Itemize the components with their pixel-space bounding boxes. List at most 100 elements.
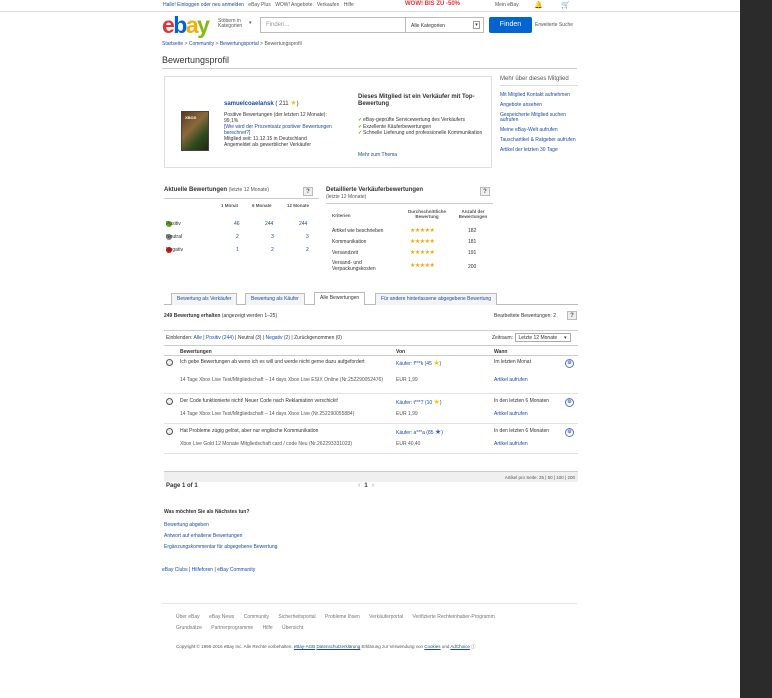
ebay-logo[interactable]: ebay: [162, 13, 210, 37]
footer-links: Über eBay eBay News Community Sicherheit…: [176, 614, 503, 620]
tab-left-for-others[interactable]: Für andere hinterlassene abgegebene Bewe…: [375, 293, 498, 305]
page-number[interactable]: 1: [364, 483, 367, 489]
search-input[interactable]: Finden...: [260, 17, 406, 33]
period-select[interactable]: Letzte 12 Monate ▾: [514, 333, 571, 342]
terms-link[interactable]: eBay-AGB: [294, 644, 315, 649]
gear-badge-icon[interactable]: ⚙: [565, 359, 574, 368]
filter-all[interactable]: Alle: [194, 335, 202, 341]
feedback-tabs: Bewertung als Verkäufer Bewertung als Kä…: [164, 291, 578, 305]
rating-stars: ★★★★★: [410, 263, 435, 269]
breadcrumb-portal[interactable]: Bewertungsportal: [220, 41, 259, 47]
view-item-link[interactable]: Artikel aufrufen: [494, 377, 528, 383]
neutral-rating-icon: [166, 398, 173, 405]
table-row: Neutral 2 3 3: [166, 234, 309, 240]
sidebar-link-world[interactable]: Meine eBay-Welt aufrufen: [500, 128, 578, 133]
period-filter: Zeitraum: Letzte 12 Monate ▾: [492, 333, 571, 342]
username-link[interactable]: samuelcoaelansk: [224, 101, 274, 107]
community-link-forums[interactable]: Hilfeforen: [192, 567, 213, 573]
view-item-link[interactable]: Artikel aufrufen: [494, 441, 528, 447]
category-button[interactable]: Stöbern in Kategorien ▾: [218, 19, 254, 29]
sidebar-link-listings[interactable]: Angebote ansehen: [500, 103, 578, 108]
footer-link[interactable]: Sicherheitsportal: [278, 614, 315, 620]
advanced-search-link[interactable]: Erweiterte Suche: [535, 22, 573, 28]
recent-ratings-divider: [164, 198, 319, 199]
sidebar-links: Mit Mitglied Kontakt aufnehmen Angebote …: [500, 93, 578, 153]
bell-icon[interactable]: 🔔: [534, 1, 543, 9]
help-icon[interactable]: ?: [480, 187, 490, 196]
category-select[interactable]: Alle Kategorien ▾: [406, 17, 484, 33]
footer-link[interactable]: Community: [244, 614, 269, 620]
community-link-clubs[interactable]: eBay Clubs: [162, 567, 188, 573]
gear-badge-icon[interactable]: ⚙: [565, 428, 574, 437]
chevron-right-icon[interactable]: ›: [372, 482, 374, 489]
filter-neutral[interactable]: Neutral (3): [238, 335, 262, 341]
top-link-deals[interactable]: WOW! Angebote: [275, 2, 312, 8]
sidebar-link-guides[interactable]: Tauschartikel & Ratgeber aufrufen: [500, 138, 578, 143]
tab-as-buyer[interactable]: Bewertung als Käufer: [245, 293, 305, 305]
breadcrumb-current: Bewertungsprofil: [264, 41, 302, 47]
page-label: Page 1 of 1: [166, 483, 198, 489]
filter-links: Einblenden: Alle | Positiv (244) | Neutr…: [166, 335, 342, 341]
top-link-help[interactable]: Hilfe: [344, 2, 354, 8]
footer-link[interactable]: Grundsätze: [176, 625, 202, 631]
promo-banner[interactable]: WOW! BIS ZU -50%: [405, 1, 460, 7]
rating-stars: ★★★★★: [410, 250, 435, 256]
community-link-community[interactable]: eBay Community: [217, 567, 255, 573]
filter-withdrawn[interactable]: Zurückgenommen (0): [294, 335, 342, 341]
feedback-item: 14 Tage Xbox Live Test/Mitgliedschaft – …: [180, 411, 355, 417]
followup-feedback-link[interactable]: Ergänzungskommentar für abgegebene Bewer…: [164, 542, 277, 553]
feedback-when: Im letzten Monat: [494, 359, 531, 365]
member-sidebar: Mehr über dieses Mitglied Mit Mitglied K…: [500, 76, 578, 158]
tab-as-seller[interactable]: Bewertung als Verkäufer: [171, 293, 238, 305]
footer-link[interactable]: Über eBay: [176, 614, 200, 620]
footer-link[interactable]: eBay News: [209, 614, 234, 620]
footer-link[interactable]: Partnerprogramme: [211, 625, 253, 631]
reply-feedback-link[interactable]: Antwort auf erhaltene Bewertungen: [164, 531, 277, 542]
breadcrumb: Startseite > Community > Bewertungsporta…: [162, 41, 302, 47]
avatar[interactable]: XBOX: [181, 111, 209, 151]
help-icon[interactable]: ?: [303, 187, 313, 196]
chevron-left-icon[interactable]: ‹: [358, 482, 360, 489]
top-link-sell[interactable]: Verkaufen: [317, 2, 340, 8]
more-link[interactable]: Mehr zum Thema: [358, 152, 397, 158]
top-link-plus[interactable]: eBay Plus: [248, 2, 271, 8]
adchoice-link[interactable]: AdChoice: [450, 644, 470, 649]
sidebar-link-saved[interactable]: Gespeicherte Mitglied suchen aufrufen: [500, 113, 578, 123]
sidebar-link-contact[interactable]: Mit Mitglied Kontakt aufnehmen: [500, 93, 578, 98]
copyright: Copyright © 1995-2016 eBay Inc. Alle Rec…: [176, 644, 476, 649]
my-ebay-link[interactable]: Mein eBay: [495, 2, 519, 8]
filter-positive[interactable]: Positiv (244): [206, 335, 234, 341]
filter-negative[interactable]: Negativ (2): [266, 335, 290, 341]
find-button[interactable]: Finden: [489, 17, 532, 33]
view-item-link[interactable]: Artikel aufrufen: [494, 411, 528, 417]
seller-features: ✓ eBay-geprüfte Servicewertung des Verkäu…: [358, 117, 488, 138]
neutral-rating-icon: [166, 428, 173, 435]
footer-link[interactable]: Übersicht: [282, 625, 303, 631]
footer-link[interactable]: Probleme lösen: [325, 614, 360, 620]
footer-divider: [162, 603, 577, 604]
profile-details: Positive Bewertungen (der letzten 12 Mon…: [224, 112, 356, 148]
buyer-info: Käufer: a***a (85 ★): [396, 429, 443, 436]
per-page-options[interactable]: Artikel pro Seite: 25 | 50 | 100 | 200: [505, 475, 575, 480]
cookies-link[interactable]: Cookies: [424, 644, 440, 649]
page-title: Bewertungsprofil: [162, 55, 230, 65]
footer-link[interactable]: Hilfe: [263, 625, 273, 631]
why-link[interactable]: [Wie wird der Prozentsatz positiver Bewe…: [224, 124, 356, 136]
breadcrumb-home[interactable]: Startseite: [162, 41, 183, 47]
footer-link[interactable]: Verkäuferportal: [369, 614, 403, 620]
cart-icon[interactable]: 🛒: [561, 1, 570, 9]
privacy-link[interactable]: Datenschutzerklärung: [316, 644, 360, 649]
detailed-ratings-heading: Detaillierte Verkäuferbewertungen (letzt…: [326, 187, 424, 200]
breadcrumb-community[interactable]: Community: [189, 41, 214, 47]
tab-all[interactable]: Alle Bewertungen: [314, 292, 366, 305]
leave-feedback-link[interactable]: Bewertung abgeben: [164, 520, 277, 531]
category-button-label: Stöbern in Kategorien: [218, 18, 243, 29]
feedback-score[interactable]: ( 211: [275, 101, 288, 107]
gear-badge-icon[interactable]: ⚙: [565, 398, 574, 407]
footer-link[interactable]: Verifizierte Rechteinhaber-Programm: [412, 614, 494, 620]
login-link[interactable]: Hallo! Einloggen oder neu anmelden: [163, 2, 244, 8]
rating-stars: ★★★★★: [410, 228, 435, 234]
help-icon[interactable]: ?: [567, 311, 577, 320]
sidebar-link-recent[interactable]: Artikel der letzten 30 Tage: [500, 148, 578, 153]
rating-stars: ★★★★★: [410, 239, 435, 245]
